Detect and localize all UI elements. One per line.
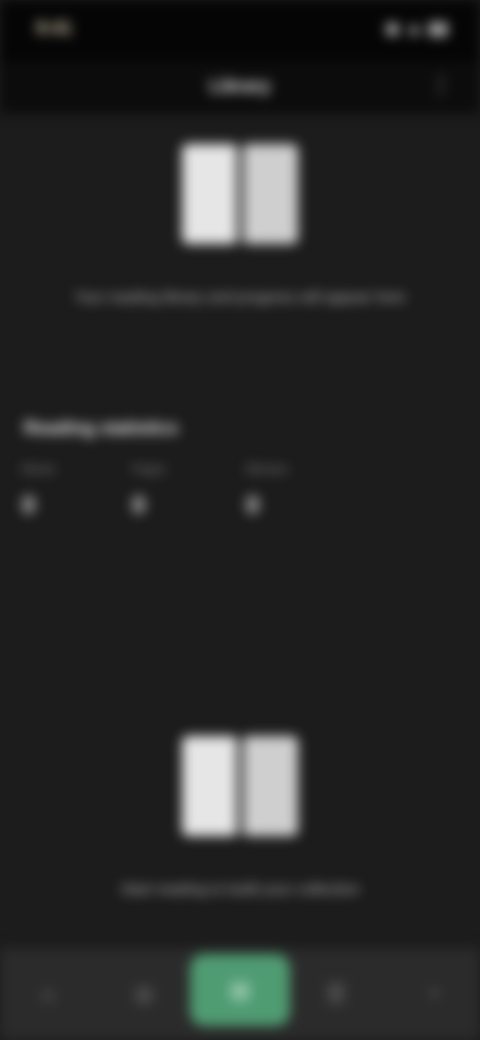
stat-books-value: 0 (22, 492, 36, 519)
stat-pages: Pages 0 (132, 462, 222, 536)
status-icons: ◉ ▲ ▮▮ (384, 18, 448, 38)
nav-home-icon[interactable]: ⌂ (0, 948, 96, 1040)
bottom-navigation: ⌂ ◎ ▤ ☰ ◔ (0, 948, 480, 1040)
book-page-left (182, 144, 238, 244)
stat-minutes-value: 0 (246, 492, 260, 519)
top-caption: Your reading library and progress will a… (74, 289, 406, 306)
stat-pages-value: 0 (132, 492, 146, 519)
nav-profile-icon[interactable]: ◔ (384, 948, 480, 1040)
stats-section-title: Reading statistics (24, 418, 179, 438)
stat-books-label: Books (22, 462, 56, 476)
book-page-left-secondary (182, 736, 238, 836)
book-icon (182, 144, 298, 244)
more-options-icon[interactable]: ⋮ (430, 72, 452, 100)
nav-list-icon[interactable]: ☰ (288, 948, 384, 1040)
bottom-caption: Start reading to build your collection (120, 881, 360, 898)
book-spine (237, 148, 243, 240)
nav-explore-icon[interactable]: ◎ (96, 948, 192, 1040)
app-header: Library ⋮ (0, 62, 480, 114)
page-title: Library (209, 76, 271, 96)
stat-pages-label: Pages (132, 462, 167, 476)
book-spine-secondary (237, 740, 243, 832)
book-icon-secondary (182, 736, 298, 836)
book-page-right (242, 144, 298, 244)
stat-minutes: Minutes 0 (246, 462, 336, 536)
book-page-right-secondary (242, 736, 298, 836)
stat-books: Books 0 (22, 462, 112, 536)
status-time: 9:41 (36, 18, 73, 38)
stat-minutes-label: Minutes (246, 462, 289, 476)
status-bar: 9:41 ◉ ▲ ▮▮ (0, 0, 480, 62)
nav-library-icon[interactable]: ▤ (190, 954, 290, 1026)
